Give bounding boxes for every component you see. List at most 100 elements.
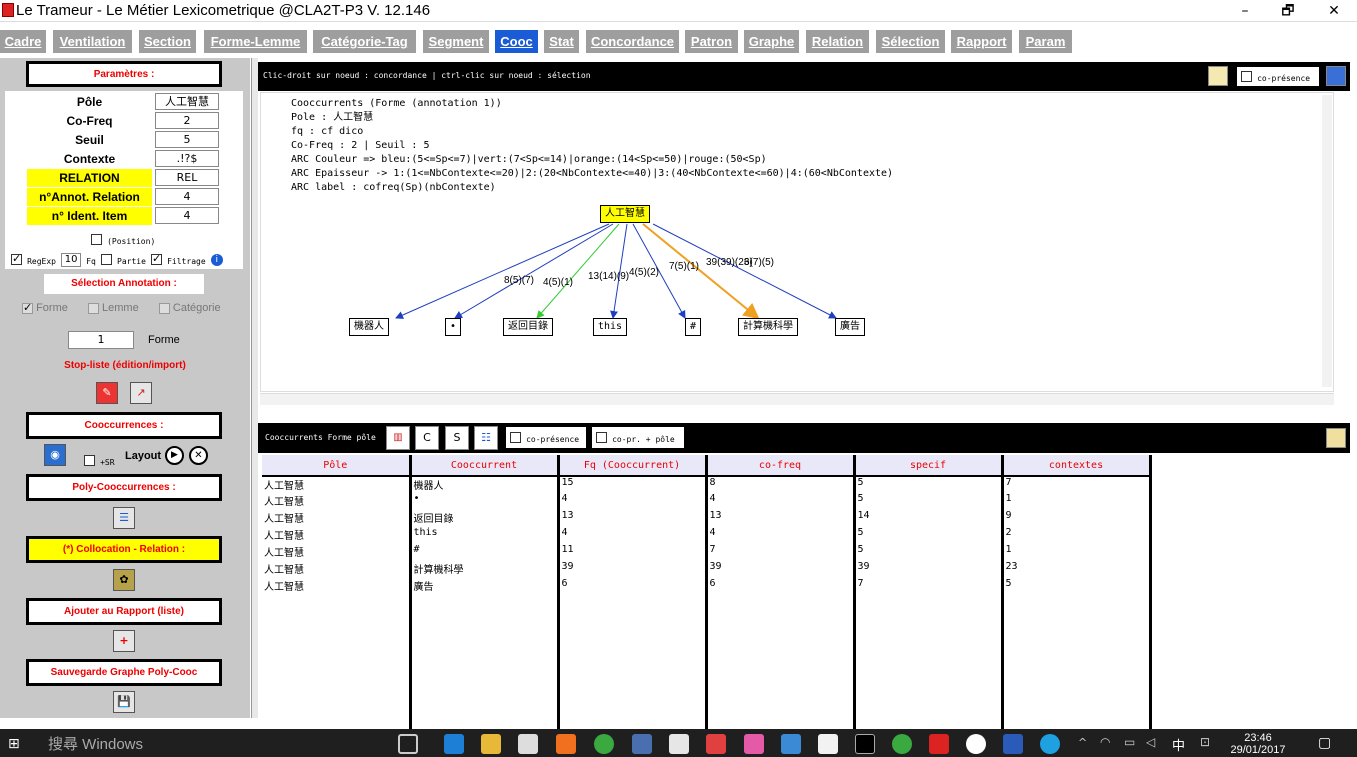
notes-app-icon[interactable]: [781, 734, 801, 754]
cooc-run-icon[interactable]: ◉: [44, 444, 66, 466]
lemme-checkbox[interactable]: [87, 302, 99, 314]
media-player-icon[interactable]: [556, 734, 576, 754]
sr-checkbox[interactable]: [84, 455, 95, 466]
export-results-icon[interactable]: [1326, 428, 1346, 448]
ime-indicator[interactable]: 中: [1172, 735, 1185, 754]
column-header-pole[interactable]: Pôle: [262, 455, 412, 477]
clock[interactable]: 23:46 29/01/2017: [1230, 732, 1286, 756]
word-icon[interactable]: [1003, 734, 1023, 754]
table-row[interactable]: 人工智慧 機器人 15 8 5 7: [262, 476, 1152, 493]
minimize-button[interactable]: –: [1222, 0, 1268, 22]
forme-checkbox[interactable]: [22, 301, 33, 314]
tray-up-icon[interactable]: ^: [1078, 736, 1087, 749]
edge-browser-icon[interactable]: [444, 734, 464, 754]
graph-node[interactable]: •: [445, 318, 462, 336]
calculator-icon[interactable]: [818, 734, 838, 754]
tab-graphe[interactable]: Graphe: [744, 30, 800, 53]
save-graph-icon[interactable]: 💾: [113, 691, 135, 713]
export-graph-icon[interactable]: [1326, 66, 1346, 86]
graph-node[interactable]: this: [593, 318, 628, 336]
categorie-checkbox[interactable]: [158, 302, 170, 314]
regexp-checkbox[interactable]: [11, 252, 22, 265]
position-checkbox[interactable]: [91, 234, 102, 245]
graph-canvas[interactable]: Cooccurrents (Forme (annotation 1)) Pole …: [260, 92, 1334, 392]
taskbar-search[interactable]: 搜尋 Windows: [40, 734, 380, 756]
vertical-splitter[interactable]: [251, 58, 258, 718]
table-row[interactable]: 人工智慧 #11 7 5 1: [262, 544, 1152, 561]
graph-node[interactable]: 廣告: [835, 318, 865, 336]
tab-cooc[interactable]: Cooc: [495, 30, 539, 53]
volume-icon[interactable]: ◁: [1146, 735, 1155, 749]
graph-node[interactable]: 機器人: [349, 318, 389, 336]
polycooc-list-icon[interactable]: ☰: [113, 507, 135, 529]
copresence-results-checkbox[interactable]: [510, 432, 521, 443]
cofreq-input[interactable]: 2: [155, 112, 219, 129]
file-explorer-icon[interactable]: [481, 734, 501, 754]
fq-input[interactable]: 10: [61, 252, 82, 267]
column-header-cooccurrent[interactable]: Cooccurrent: [410, 455, 560, 477]
tab-forme-lemme[interactable]: Forme-Lemme: [204, 30, 308, 53]
table-row[interactable]: 人工智慧 this 4 4 5 2: [262, 527, 1152, 544]
column-header-fq[interactable]: Fq (Cooccurrent): [558, 455, 708, 477]
add-report-icon[interactable]: +: [113, 630, 135, 652]
start-icon[interactable]: ⊞: [8, 736, 24, 752]
task-view-icon[interactable]: [398, 734, 418, 754]
graph-vertical-scrollbar[interactable]: [1322, 95, 1332, 387]
pdf-icon[interactable]: [929, 734, 949, 754]
stoplist-edit-icon[interactable]: ✎: [96, 382, 118, 404]
column-header-contextes[interactable]: contextes: [1002, 455, 1152, 477]
graph-node[interactable]: #: [685, 318, 702, 336]
filtrage-checkbox[interactable]: [151, 252, 163, 265]
table-row[interactable]: 人工智慧 • 4 4 5 1: [262, 493, 1152, 510]
ident-item-input[interactable]: 4: [155, 207, 219, 224]
store-icon[interactable]: [518, 734, 538, 754]
collocation-network-icon[interactable]: ✿: [113, 569, 135, 591]
battery-icon[interactable]: ▭: [1124, 735, 1135, 749]
annot-relation-input[interactable]: 4: [155, 188, 219, 205]
results-chart-icon[interactable]: ▥: [386, 426, 410, 450]
seuil-input[interactable]: 5: [155, 131, 219, 148]
column-header-specif[interactable]: specif: [854, 455, 1004, 477]
skype-icon[interactable]: [1040, 734, 1060, 754]
tab-selection[interactable]: Sélection: [876, 30, 946, 53]
tab-relation[interactable]: Relation: [806, 30, 870, 53]
wifi-icon[interactable]: ◠: [1100, 735, 1110, 749]
contexte-input[interactable]: .!?$: [155, 150, 219, 167]
chrome-second-icon[interactable]: [892, 734, 912, 754]
results-table-icon[interactable]: ☷: [474, 426, 498, 450]
results-c-icon[interactable]: C: [415, 426, 439, 450]
graph-node[interactable]: 計算機科學: [738, 318, 798, 336]
info-icon[interactable]: i: [210, 253, 223, 266]
stoplist-import-icon[interactable]: ↗: [130, 382, 152, 404]
table-row[interactable]: 人工智慧 返回目錄 13 13 14 9: [262, 510, 1152, 527]
tab-categorie-tag[interactable]: Catégorie-Tag: [313, 30, 417, 53]
partie-checkbox[interactable]: [100, 254, 112, 265]
layout-stop-icon[interactable]: ✕: [189, 446, 208, 465]
ime-mode-icon[interactable]: ⊡: [1200, 735, 1210, 749]
hat-app-icon[interactable]: [744, 734, 764, 754]
tab-concordance[interactable]: Concordance: [586, 30, 680, 53]
notifications-icon[interactable]: ▢: [1318, 735, 1331, 751]
tab-cadre[interactable]: Cadre: [0, 30, 47, 53]
maximize-button[interactable]: 🗗: [1265, 0, 1311, 22]
table-row[interactable]: 人工智慧 廣告 6 6 7 5: [262, 578, 1152, 595]
column-header-cofreq[interactable]: co-freq: [706, 455, 856, 477]
close-button[interactable]: ✕: [1311, 0, 1357, 22]
graph-node[interactable]: 返回目錄: [503, 318, 553, 336]
annotation-number-input[interactable]: 1: [68, 331, 134, 349]
tab-section[interactable]: Section: [139, 30, 197, 53]
layout-play-icon[interactable]: ▶: [165, 446, 184, 465]
graph-root-node[interactable]: 人工智慧: [600, 205, 650, 223]
tab-segment[interactable]: Segment: [423, 30, 490, 53]
copresence-graph-checkbox[interactable]: [1241, 71, 1252, 82]
graph-horizontal-scrollbar[interactable]: [260, 393, 1334, 405]
tab-stat[interactable]: Stat: [544, 30, 580, 53]
trameur-task-icon[interactable]: [632, 734, 652, 754]
slides-app-icon[interactable]: [706, 734, 726, 754]
copr-pole-checkbox[interactable]: [596, 432, 607, 443]
tab-patron[interactable]: Patron: [685, 30, 739, 53]
table-row[interactable]: 人工智慧 計算機科學 39 39 39 23: [262, 561, 1152, 578]
camera-app-icon[interactable]: [966, 734, 986, 754]
tab-param[interactable]: Param: [1019, 30, 1073, 53]
pole-input[interactable]: 人工智慧: [155, 93, 219, 110]
